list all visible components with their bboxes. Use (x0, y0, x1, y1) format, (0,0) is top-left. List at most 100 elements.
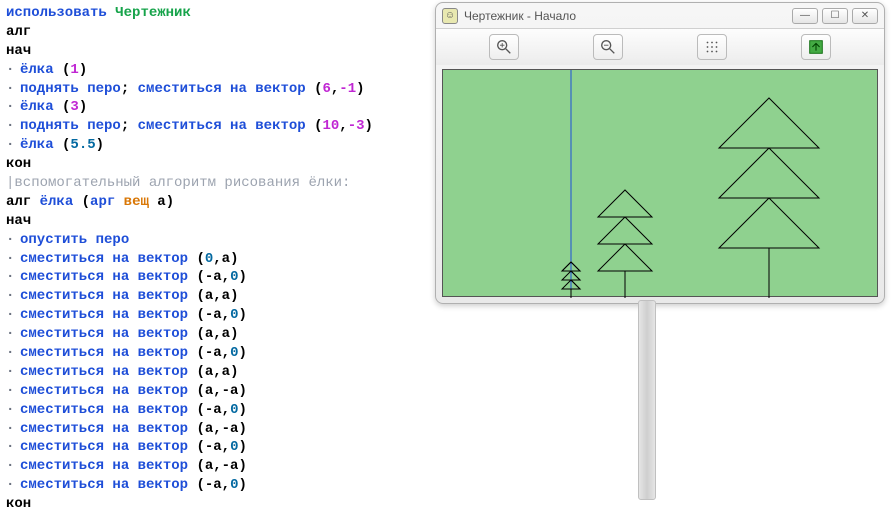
arg: 10 (322, 118, 339, 134)
titlebar[interactable]: ☺ Чертежник - Начало — ☐ ✕ (436, 3, 884, 29)
drawer-window: ☺ Чертежник - Начало — ☐ ✕ (435, 2, 885, 304)
arg: 6 (322, 81, 330, 97)
fn-call: ёлка (20, 137, 54, 153)
bullet-icon: · (6, 61, 20, 80)
bullet-icon: · (6, 420, 20, 439)
drawing-canvas[interactable] (442, 69, 878, 297)
arg: a (222, 251, 230, 267)
canvas-svg (443, 70, 879, 298)
code-line: ·поднять перо; сместиться на вектор (10,… (6, 117, 424, 136)
bullet-icon: · (6, 80, 20, 99)
arg: a (205, 288, 213, 304)
arg: -a (222, 421, 239, 437)
code-line: ·сместиться на вектор (a,a) (6, 287, 424, 306)
arg: a (205, 458, 213, 474)
code-line: ·поднять перо; сместиться на вектор (6,-… (6, 80, 424, 99)
code-line: использовать Чертежник (6, 4, 424, 23)
keyword-begin: нач (6, 213, 31, 229)
keyword-use: использовать (6, 5, 107, 21)
keyword-type: вещ (124, 194, 149, 210)
bullet-icon: · (6, 382, 20, 401)
bullet-icon: · (6, 401, 20, 420)
keyword-begin: нач (6, 43, 31, 59)
arg: a (222, 326, 230, 342)
bullet-icon: · (6, 363, 20, 382)
arg: 3 (70, 99, 78, 115)
cmd-move: сместиться на вектор (20, 288, 188, 304)
cmd-move: сместиться на вектор (20, 326, 188, 342)
arg: a (205, 421, 213, 437)
cmd-move: сместиться на вектор (138, 118, 306, 134)
cmd-move: сместиться на вектор (20, 402, 188, 418)
code-line: ·сместиться на вектор (a,-a) (6, 420, 424, 439)
code-editor[interactable]: использовать Чертежник алг нач ·ёлка (1)… (0, 0, 430, 519)
bullet-icon: · (6, 344, 20, 363)
arg: -a (222, 383, 239, 399)
keyword-end: кон (6, 156, 31, 172)
bullet-icon: · (6, 117, 20, 136)
grid-button[interactable] (697, 34, 727, 60)
cmd-penup: поднять перо (20, 118, 121, 134)
arg: -a (222, 458, 239, 474)
code-line: ·опустить перо (6, 231, 424, 250)
app-icon: ☺ (442, 8, 458, 24)
arg: -1 (339, 81, 356, 97)
arg: -3 (348, 118, 365, 134)
cmd-pendown: опустить перо (20, 232, 129, 248)
arg: a (205, 364, 213, 380)
close-button[interactable]: ✕ (852, 8, 878, 24)
code-line: ·ёлка (1) (6, 61, 424, 80)
scrollbar[interactable] (638, 300, 656, 500)
fn-call: ёлка (20, 99, 54, 115)
code-line: нач (6, 212, 424, 231)
arg: a (205, 383, 213, 399)
bullet-icon: · (6, 231, 20, 250)
fit-button[interactable] (801, 34, 831, 60)
param-name: a (157, 194, 165, 210)
maximize-button[interactable]: ☐ (822, 8, 848, 24)
cmd-move: сместиться на вектор (20, 364, 188, 380)
cmd-move: сместиться на вектор (20, 383, 188, 399)
cmd-move: сместиться на вектор (20, 421, 188, 437)
bullet-icon: · (6, 98, 20, 117)
code-line: ·сместиться на вектор (-a,0) (6, 438, 424, 457)
cmd-move: сместиться на вектор (20, 251, 188, 267)
fn-name: ёлка (40, 194, 74, 210)
code-line: ·сместиться на вектор (a,a) (6, 325, 424, 344)
code-line: ·сместиться на вектор (a,a) (6, 363, 424, 382)
code-line: ·сместиться на вектор (a,-a) (6, 382, 424, 401)
cmd-move: сместиться на вектор (20, 269, 188, 285)
keyword-arg: арг (90, 194, 115, 210)
arg: 5.5 (70, 137, 95, 153)
keyword-alg: алг (6, 194, 31, 210)
arg: -a (205, 269, 222, 285)
code-line: ·сместиться на вектор (-a,0) (6, 401, 424, 420)
cmd-move: сместиться на вектор (20, 477, 188, 493)
code-line: алг ёлка (арг вещ a) (6, 193, 424, 212)
bullet-icon: · (6, 438, 20, 457)
arg: a (222, 288, 230, 304)
zoom-out-button[interactable] (593, 34, 623, 60)
keyword-alg: алг (6, 24, 31, 40)
bullet-icon: · (6, 476, 20, 495)
code-line: кон (6, 155, 424, 174)
arg: 1 (70, 62, 78, 78)
bullet-icon: · (6, 136, 20, 155)
arg: -a (205, 345, 222, 361)
cmd-move: сместиться на вектор (20, 345, 188, 361)
code-line: алг (6, 23, 424, 42)
zoom-in-button[interactable] (489, 34, 519, 60)
cmd-move: сместиться на вектор (138, 81, 306, 97)
code-line: ·сместиться на вектор (a,-a) (6, 457, 424, 476)
code-line: ·сместиться на вектор (-a,0) (6, 344, 424, 363)
minimize-button[interactable]: — (792, 8, 818, 24)
module-name: Чертежник (115, 5, 191, 21)
cmd-move: сместиться на вектор (20, 458, 188, 474)
arg: a (205, 326, 213, 342)
cmd-move: сместиться на вектор (20, 439, 188, 455)
cmd-move: сместиться на вектор (20, 307, 188, 323)
keyword-end: кон (6, 496, 31, 512)
arg: -a (205, 439, 222, 455)
code-line: кон (6, 495, 424, 514)
code-line: ·ёлка (5.5) (6, 136, 424, 155)
